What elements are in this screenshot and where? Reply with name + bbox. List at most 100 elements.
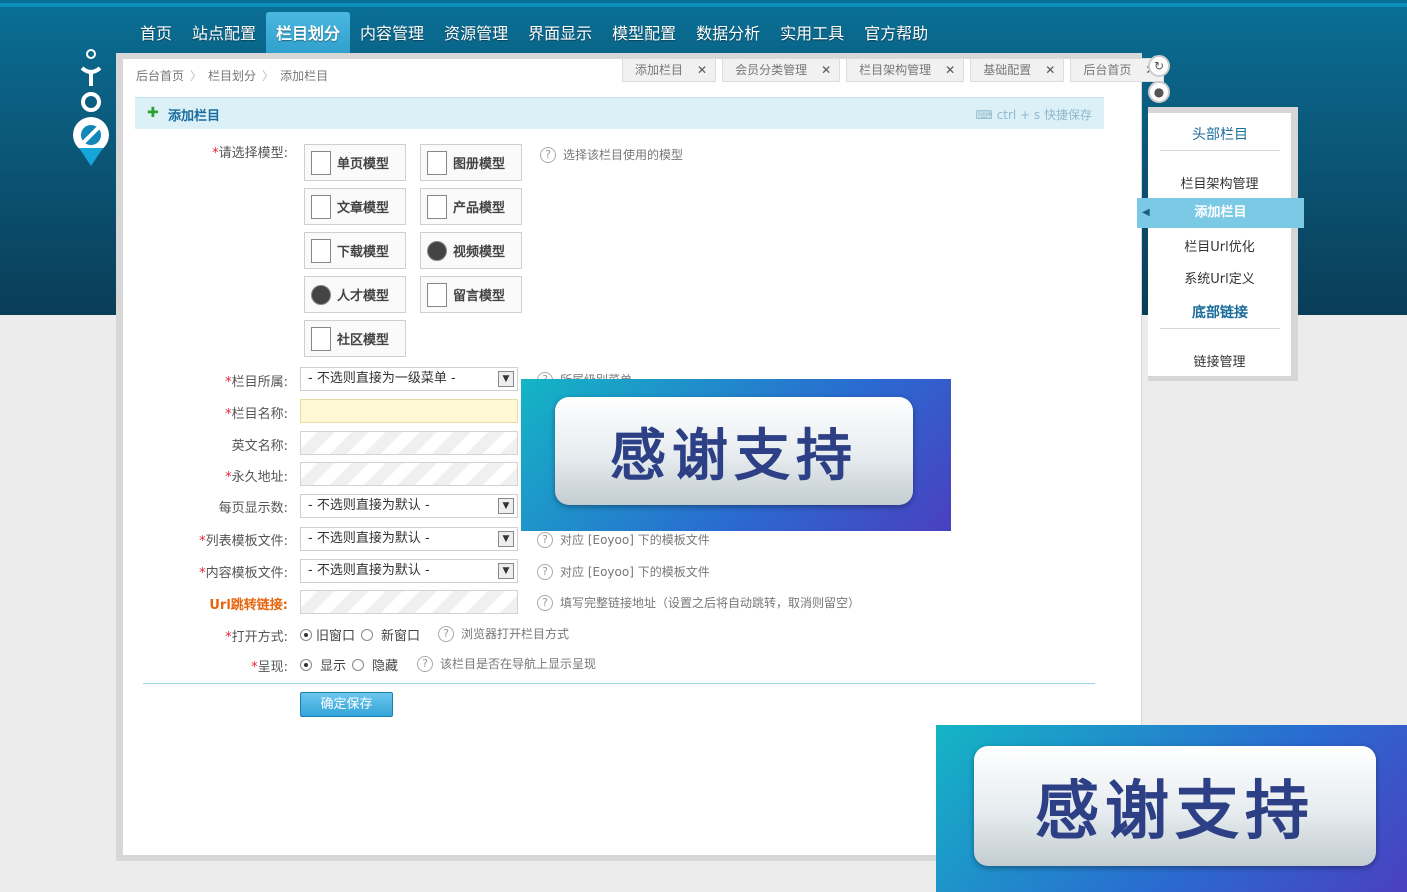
dropdown-arrow-icon: ▼ [498,563,514,579]
help-text: 对应 [Eoyoo] 下的模板文件 [560,533,710,547]
model-label: 留言模型 [453,289,506,304]
breadcrumb-home[interactable]: 后台首页 [136,67,184,84]
per-page-label: 每页显示数: [88,497,288,516]
sidebar-item-add-column[interactable]: 添加栏目 [1137,198,1304,228]
help-text: 该栏目是否在导航上显示呈现 [440,657,597,671]
sidebar-item-system-url[interactable]: 系统Url定义 [1148,268,1291,287]
content-template-select[interactable]: - 不选则直接为默认 - ▼ [300,559,518,583]
nav-item[interactable]: 实用工具 [770,12,854,56]
model-community-button[interactable]: 社区模型 [304,320,406,357]
sidebar-item-url-optimize[interactable]: 栏目Url优化 [1148,236,1291,255]
permanent-url-input[interactable] [300,462,518,486]
nav-item[interactable]: 数据分析 [686,12,770,56]
model-product-button[interactable]: 产品模型 [420,188,522,225]
breadcrumb: 后台首页 〉 栏目划分 〉 添加栏目 [136,67,328,84]
sidebar-item-link-management[interactable]: 链接管理 [1148,351,1291,370]
nav-item[interactable]: 资源管理 [434,12,518,56]
model-label-text: 请选择模型: [218,146,288,161]
list-template-select[interactable]: - 不选则直接为默认 - ▼ [300,527,518,551]
close-icon[interactable]: ✕ [821,58,831,82]
page-icon [311,150,331,175]
save-button[interactable]: 确定保存 [300,692,393,717]
nav-item[interactable]: 站点配置 [182,12,266,56]
breadcrumb-separator: 〉 [190,69,203,83]
nav-item[interactable]: 官方帮助 [854,12,938,56]
model-label: 单页模型 [337,157,390,172]
model-label: *请选择模型: [212,146,288,161]
nav-item[interactable]: 栏目划分 [266,12,351,56]
page-icon [311,326,331,351]
close-icon[interactable]: ✕ [945,58,955,82]
sidebar-item-column-structure[interactable]: 栏目架构管理 [1148,173,1291,192]
document-icon [311,194,331,219]
url-jump-input[interactable] [300,590,518,614]
side-icons: ↻ ● [1148,55,1170,107]
permanent-url-label: *永久地址: [225,470,288,485]
help-icon: ? [537,531,553,548]
model-album-button[interactable]: 图册模型 [420,144,522,181]
close-icon[interactable]: ✕ [1045,58,1055,82]
model-message-button[interactable]: 留言模型 [420,276,522,313]
radio-old-window[interactable] [300,628,312,641]
thanks-banner: 感谢支持 [521,379,951,531]
tab-member-category[interactable]: 会员分类管理 ✕ [722,58,841,82]
tab-label: 基础配置 [983,63,1032,77]
url-jump-label-text: Url跳转链接: [209,598,288,613]
shortcut-text: ctrl + s 快捷保存 [996,108,1092,122]
model-label: 社区模型 [337,333,390,348]
sidebar-heading-header: 头部栏目 [1160,124,1280,151]
refresh-icon[interactable]: ↻ [1148,55,1170,77]
model-article-button[interactable]: 文章模型 [304,188,406,225]
form-divider [143,683,1095,684]
parent-select[interactable]: - 不选则直接为一级菜单 - ▼ [300,367,518,391]
tab-column-structure[interactable]: 栏目架构管理 ✕ [846,58,965,82]
nav-item[interactable]: 界面显示 [518,12,602,56]
help-icon: ? [537,563,553,580]
help-icon: ? [438,625,454,642]
model-talent-button[interactable]: 人才模型 [304,276,406,313]
breadcrumb-section[interactable]: 栏目划分 [208,67,256,84]
per-page-select[interactable]: - 不选则直接为默认 - ▼ [300,494,518,518]
help-text: 填写完整链接地址（设置之后将自动跳转，取消则留空） [560,596,861,610]
person-icon [311,284,331,305]
keyboard-icon: ⌨ [975,108,993,122]
column-name-input[interactable] [300,399,518,423]
breadcrumb-current: 添加栏目 [280,69,329,83]
open-mode-label-text: 打开方式: [231,630,288,645]
model-label: 人才模型 [337,289,390,304]
select-value: - 不选则直接为默认 - [308,531,430,546]
name-label: *栏目名称: [225,407,288,422]
top-edge [0,3,1407,7]
model-single-page-button[interactable]: 单页模型 [304,144,406,181]
plus-icon: ✚ [147,105,159,121]
content-template-label: *内容模板文件: [199,566,288,581]
model-label: 视频模型 [453,245,506,260]
name-label-text: 栏目名称: [231,407,288,422]
help-icon: ? [540,146,556,163]
sidebar-heading-footer: 底部链接 [1160,302,1280,329]
help-text: 选择该栏目使用的模型 [563,148,684,162]
nav-item[interactable]: 内容管理 [350,12,434,56]
radio-show[interactable] [300,658,312,671]
nav-item[interactable]: 模型配置 [602,12,686,56]
list-template-help: ? 对应 [Eoyoo] 下的模板文件 [537,531,710,548]
english-name-input[interactable] [300,431,518,455]
tab-add-column[interactable]: 添加栏目 ✕ [622,58,717,82]
section-title-bar: ✚ 添加栏目 ⌨ ctrl + s 快捷保存 [135,97,1104,129]
model-video-button[interactable]: 视频模型 [420,232,522,269]
select-value: - 不选则直接为默认 - [308,563,430,578]
url-jump-label: Url跳转链接: [88,594,288,613]
open-mode-help: ? 浏览器打开栏目方式 [438,625,569,642]
nav-item[interactable]: 首页 [130,12,182,56]
radio-new-window[interactable] [361,628,374,641]
radio-hide[interactable] [352,658,365,671]
user-icon[interactable]: ● [1148,81,1170,103]
tab-label: 会员分类管理 [735,63,808,77]
tab-basic-config[interactable]: 基础配置 ✕ [970,58,1065,82]
model-label: 下载模型 [337,245,390,260]
model-download-button[interactable]: 下载模型 [304,232,406,269]
open-mode-label: *打开方式: [225,630,288,645]
close-icon[interactable]: ✕ [697,58,707,82]
dropdown-arrow-icon: ▼ [498,531,514,547]
dropdown-arrow-icon: ▼ [498,498,514,514]
